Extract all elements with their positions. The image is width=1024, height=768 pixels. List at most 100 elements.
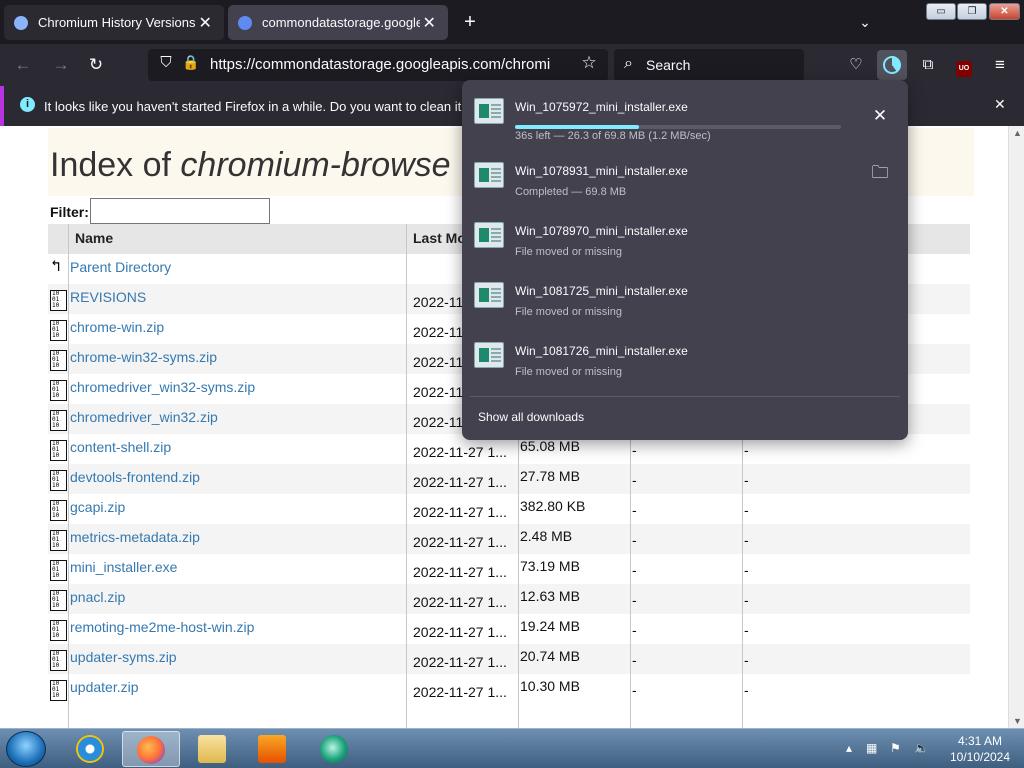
- open-folder-icon[interactable]: 🗀: [868, 161, 892, 185]
- download-status: 36s left — 26.3 of 69.8 MB (1.2 MB/sec): [515, 130, 711, 142]
- file-size: 12.63 MB: [520, 588, 580, 604]
- file-col-type: -: [632, 472, 637, 488]
- file-link[interactable]: chromedriver_win32-syms.zip: [70, 379, 255, 395]
- file-col-desc: -: [744, 532, 749, 548]
- table-row: 10 01 10 mini_installer.exe 2022-11-27 1..…: [48, 554, 970, 584]
- parent-directory-link[interactable]: Parent Directory: [70, 259, 171, 275]
- tab-commondatastorage[interactable]: commondatastorage.googleapis ✕: [228, 5, 448, 40]
- download-status: File moved or missing: [515, 246, 622, 258]
- tab-chromium-history[interactable]: Chromium History Versions Do ✕: [4, 5, 224, 40]
- title-path: chromium-browse: [180, 146, 451, 184]
- url-text[interactable]: https://commondatastorage.googleapis.com…: [210, 56, 550, 73]
- close-notification-icon[interactable]: ✕: [994, 96, 1006, 113]
- file-date: 2022-11-27 1...: [413, 444, 507, 460]
- cancel-download-icon[interactable]: ✕: [868, 104, 892, 128]
- green-app-icon: [320, 735, 348, 763]
- firefox-window: Chromium History Versions Do ✕ commondat…: [0, 0, 1024, 768]
- taskbar-internet-explorer[interactable]: [62, 731, 120, 767]
- download-filename: Win_1081726_mini_installer.exe: [515, 344, 688, 358]
- file-link[interactable]: chrome-win32-syms.zip: [70, 349, 217, 365]
- download-item[interactable]: Win_1078970_mini_installer.exe File moved…: [462, 212, 908, 270]
- file-link[interactable]: chromedriver_win32.zip: [70, 409, 218, 425]
- taskbar-media-player[interactable]: [244, 731, 302, 767]
- hamburger-menu-icon[interactable]: ≡: [987, 52, 1013, 78]
- clock-date: 10/10/2024: [949, 750, 1011, 764]
- list-all-tabs-button[interactable]: ⌄: [853, 10, 877, 34]
- extensions-icon[interactable]: ⧉: [915, 52, 941, 78]
- scroll-up-icon[interactable]: ▲: [1013, 128, 1022, 138]
- close-tab-icon[interactable]: ✕: [196, 13, 214, 33]
- download-status: Completed — 69.8 MB: [515, 186, 627, 198]
- taskbar-file-explorer[interactable]: [184, 731, 242, 767]
- reload-button[interactable]: ↻: [83, 52, 109, 78]
- ublock-origin-icon[interactable]: UO: [951, 52, 977, 78]
- notification-message: It looks like you haven't started Firefo…: [44, 99, 499, 114]
- internet-explorer-icon: [76, 735, 104, 763]
- pocket-icon[interactable]: ♡: [843, 52, 869, 78]
- back-button[interactable]: ←: [10, 52, 36, 78]
- file-col-desc: -: [744, 592, 749, 608]
- lock-icon[interactable]: 🔒: [182, 54, 200, 71]
- action-center-flag-icon[interactable]: ⚑: [890, 741, 901, 755]
- file-col-type: -: [632, 652, 637, 668]
- download-item[interactable]: Win_1081725_mini_installer.exe File moved…: [462, 272, 908, 330]
- show-all-downloads-button[interactable]: Show all downloads: [478, 410, 584, 424]
- file-date: 2022-11: [413, 324, 464, 340]
- vertical-scrollbar[interactable]: ▲ ▼: [1008, 126, 1024, 728]
- file-size: 19.24 MB: [520, 618, 580, 634]
- file-date: 2022-11-27 1...: [413, 504, 507, 520]
- file-link[interactable]: REVISIONS: [70, 289, 146, 305]
- download-filename: Win_1081725_mini_installer.exe: [515, 284, 688, 298]
- forward-button[interactable]: →: [48, 52, 74, 78]
- scroll-down-icon[interactable]: ▼: [1013, 716, 1022, 726]
- taskbar-app[interactable]: [306, 731, 364, 767]
- minimize-button[interactable]: ▭: [926, 3, 956, 20]
- file-link[interactable]: mini_installer.exe: [70, 559, 177, 575]
- close-window-button[interactable]: ✕: [989, 3, 1020, 20]
- file-link[interactable]: metrics-metadata.zip: [70, 529, 200, 545]
- close-tab-icon[interactable]: ✕: [420, 13, 438, 33]
- installer-file-icon: [474, 98, 504, 124]
- taskbar-firefox[interactable]: [122, 731, 180, 767]
- file-size: 65.08 MB: [520, 438, 580, 454]
- file-link[interactable]: remoting-me2me-host-win.zip: [70, 619, 254, 635]
- column-name[interactable]: Name: [75, 230, 113, 246]
- file-col-type: -: [632, 532, 637, 548]
- file-link[interactable]: updater.zip: [70, 679, 139, 695]
- download-progress-bar: [515, 125, 841, 129]
- download-item[interactable]: Win_1075972_mini_installer.exe 36s left —…: [462, 88, 908, 146]
- file-col-desc: -: [744, 472, 749, 488]
- clock[interactable]: 4:31 AM 10/10/2024: [940, 733, 1020, 765]
- tracking-protection-shield-icon[interactable]: ⛉: [156, 54, 176, 71]
- file-date: 2022-11: [413, 294, 464, 310]
- url-bar[interactable]: ⛉ 🔒 https://commondatastorage.googleapis…: [148, 49, 608, 81]
- file-link[interactable]: devtools-frontend.zip: [70, 469, 200, 485]
- parent-folder-icon: ↰: [50, 258, 67, 279]
- new-tab-button[interactable]: +: [458, 10, 482, 34]
- maximize-button[interactable]: ❐: [957, 3, 987, 20]
- file-date: 2022-11: [413, 414, 464, 430]
- download-item[interactable]: Win_1081726_mini_installer.exe File moved…: [462, 332, 908, 390]
- file-size: 2.48 MB: [520, 528, 573, 544]
- volume-muted-icon[interactable]: 🔈: [914, 741, 929, 755]
- file-icon: 10 01 10: [50, 470, 67, 491]
- network-icon[interactable]: ▦: [866, 741, 877, 755]
- file-link[interactable]: content-shell.zip: [70, 439, 171, 455]
- downloads-button[interactable]: [877, 50, 907, 80]
- file-link[interactable]: pnacl.zip: [70, 589, 125, 605]
- bookmark-star-icon[interactable]: ☆: [578, 53, 600, 73]
- filter-label: Filter:: [50, 204, 89, 220]
- file-date: 2022-11-27 1...: [413, 624, 507, 640]
- search-bar[interactable]: ⌕ Search: [614, 49, 804, 81]
- filter-input[interactable]: [90, 198, 270, 224]
- download-item[interactable]: Win_1078931_mini_installer.exe Completed …: [462, 152, 908, 210]
- page-title: Index of chromium-browse: [50, 146, 451, 185]
- file-link[interactable]: chrome-win.zip: [70, 319, 164, 335]
- file-col-desc: -: [744, 442, 749, 458]
- start-button[interactable]: [6, 731, 46, 767]
- table-row: 10 01 10 updater.zip 2022-11-27 1... 10.30 …: [48, 674, 970, 704]
- column-last-modified[interactable]: Last Mo: [413, 230, 466, 246]
- file-link[interactable]: updater-syms.zip: [70, 649, 177, 665]
- tray-expand-icon[interactable]: ▴: [846, 741, 852, 755]
- file-link[interactable]: gcapi.zip: [70, 499, 125, 515]
